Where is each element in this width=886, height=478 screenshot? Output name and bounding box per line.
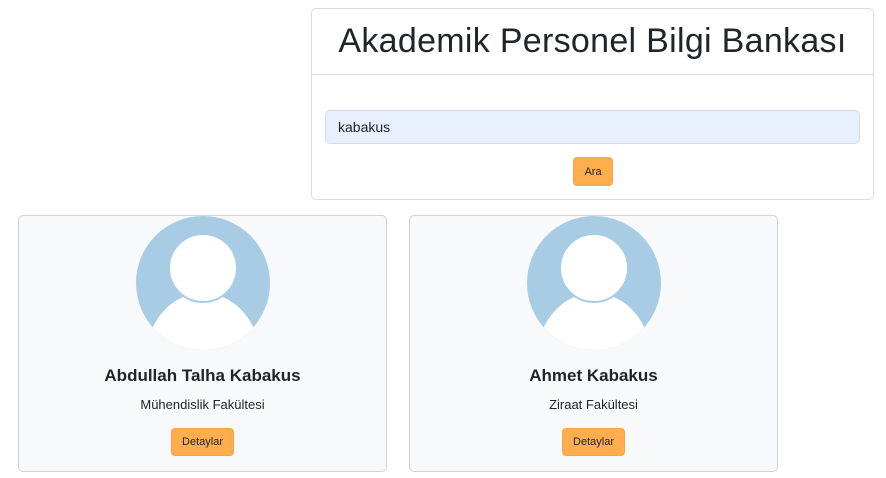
search-card-header: Akademik Personel Bilgi Bankası <box>312 9 873 75</box>
person-name: Ahmet Kabakus <box>529 366 658 385</box>
details-button[interactable]: Detaylar <box>562 428 625 456</box>
search-input[interactable] <box>325 110 860 144</box>
person-card: Ahmet Kabakus Ziraat Fakültesi Detaylar <box>409 215 778 472</box>
search-card: Akademik Personel Bilgi Bankası Ara <box>311 8 874 200</box>
person-faculty: Mühendislik Fakültesi <box>140 397 265 412</box>
person-faculty: Ziraat Fakültesi <box>549 397 638 412</box>
person-card: Abdullah Talha Kabakus Mühendislik Fakül… <box>18 215 387 472</box>
page-title: Akademik Personel Bilgi Bankası <box>338 22 847 60</box>
user-avatar-icon <box>527 216 661 350</box>
user-avatar-icon <box>136 216 270 350</box>
search-button[interactable]: Ara <box>573 157 613 186</box>
details-button[interactable]: Detaylar <box>171 428 234 456</box>
person-name: Abdullah Talha Kabakus <box>104 366 301 385</box>
